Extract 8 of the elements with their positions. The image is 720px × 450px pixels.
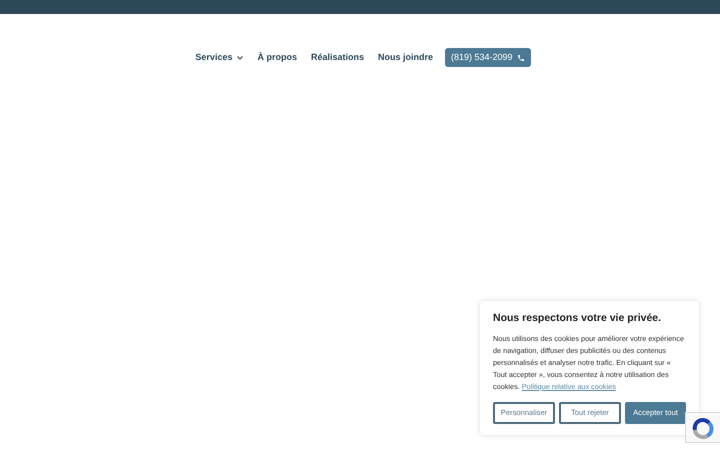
nav-link[interactable]: À propos	[257, 50, 297, 64]
chevron-down-icon	[237, 56, 244, 60]
nav-link[interactable]: Nous joindre	[378, 50, 434, 64]
nav-link[interactable]: Réalisations	[310, 50, 364, 64]
phone-icon	[516, 54, 525, 62]
nav-link[interactable]: Services	[195, 50, 244, 64]
phone-button[interactable]: (819) 534-2099	[445, 48, 531, 67]
cookie-title: Nous respectons votre vie privée.	[493, 311, 662, 326]
